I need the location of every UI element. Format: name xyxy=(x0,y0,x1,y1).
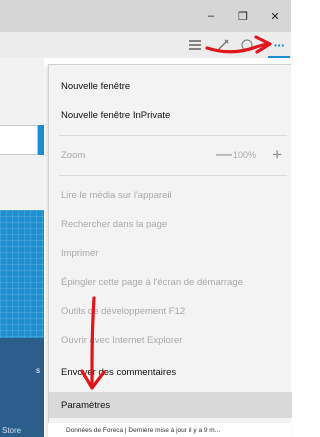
tile-text: s xyxy=(36,366,40,375)
zoom-in-button[interactable]: + xyxy=(272,142,282,168)
web-note-icon xyxy=(217,39,229,51)
search-button[interactable] xyxy=(38,125,44,155)
zoom-value: 100% xyxy=(232,150,256,160)
maximize-button[interactable]: ❐ xyxy=(228,0,258,32)
status-bar: Données de Foreca | Dernière mise à jour… xyxy=(48,423,291,437)
menu-item-settings[interactable]: Paramètres xyxy=(49,392,292,418)
menu-item-label: Outils de développement F12 xyxy=(61,305,186,317)
weather-tile[interactable] xyxy=(0,210,44,338)
hub-button[interactable] xyxy=(186,36,204,54)
menu-item-print[interactable]: Imprimer xyxy=(49,240,292,266)
zoom-out-button[interactable]: — xyxy=(216,142,232,168)
share-button[interactable] xyxy=(238,36,256,54)
menu-item-label: Nouvelle fenêtre xyxy=(61,80,131,92)
menu-item-label: Ouvrir avec Internet Explorer xyxy=(61,334,183,346)
share-icon xyxy=(241,39,253,51)
menu-item-open-ie[interactable]: Ouvrir avec Internet Explorer xyxy=(49,327,292,353)
store-tile[interactable] xyxy=(0,338,44,437)
close-button[interactable]: ✕ xyxy=(260,0,290,32)
menu-item-label: Paramètres xyxy=(61,399,111,411)
menu-item-cast-media[interactable]: Lire le média sur l'appareil xyxy=(49,182,292,208)
more-icon: ··· xyxy=(273,37,286,53)
menu-item-pin-to-start[interactable]: Épingler cette page à l'écran de démarra… xyxy=(49,269,292,295)
menu-item-zoom: Zoom — 100% + xyxy=(49,142,292,168)
menu-divider xyxy=(59,175,287,176)
maximize-icon: ❐ xyxy=(238,10,248,23)
minimize-button[interactable]: – xyxy=(196,0,226,32)
menu-item-new-inprivate-window[interactable]: Nouvelle fenêtre InPrivate xyxy=(49,102,292,128)
menu-item-label: Rechercher dans la page xyxy=(61,218,168,230)
zoom-label: Zoom xyxy=(61,149,86,161)
store-label: Store xyxy=(2,426,22,435)
menu-item-label: Envoyer des commentaires xyxy=(61,366,177,378)
settings-more-menu: Nouvelle fenêtre Nouvelle fenêtre InPriv… xyxy=(48,64,292,437)
menu-item-send-feedback[interactable]: Envoyer des commentaires xyxy=(49,359,292,385)
menu-item-label: Nouvelle fenêtre InPrivate xyxy=(61,109,171,121)
more-button-active-indicator xyxy=(268,56,290,58)
hub-lines-icon xyxy=(189,40,201,50)
menu-item-dev-tools[interactable]: Outils de développement F12 xyxy=(49,298,292,324)
menu-item-label: Lire le média sur l'appareil xyxy=(61,189,172,201)
menu-item-new-window[interactable]: Nouvelle fenêtre xyxy=(49,73,292,99)
menu-item-find-on-page[interactable]: Rechercher dans la page xyxy=(49,211,292,237)
menu-divider xyxy=(59,135,287,136)
more-button[interactable]: ··· xyxy=(268,36,290,54)
status-text: Données de Foreca | Dernière mise à jour… xyxy=(66,426,221,434)
web-note-button[interactable] xyxy=(214,36,232,54)
close-icon: ✕ xyxy=(270,10,280,23)
minimize-icon: – xyxy=(207,10,215,22)
browser-toolbar: ··· xyxy=(0,32,291,58)
menu-item-label: Imprimer xyxy=(61,247,99,259)
search-input[interactable] xyxy=(0,125,38,155)
title-bar: – ❐ ✕ xyxy=(0,0,291,32)
menu-item-label: Épingler cette page à l'écran de démarra… xyxy=(61,276,243,288)
